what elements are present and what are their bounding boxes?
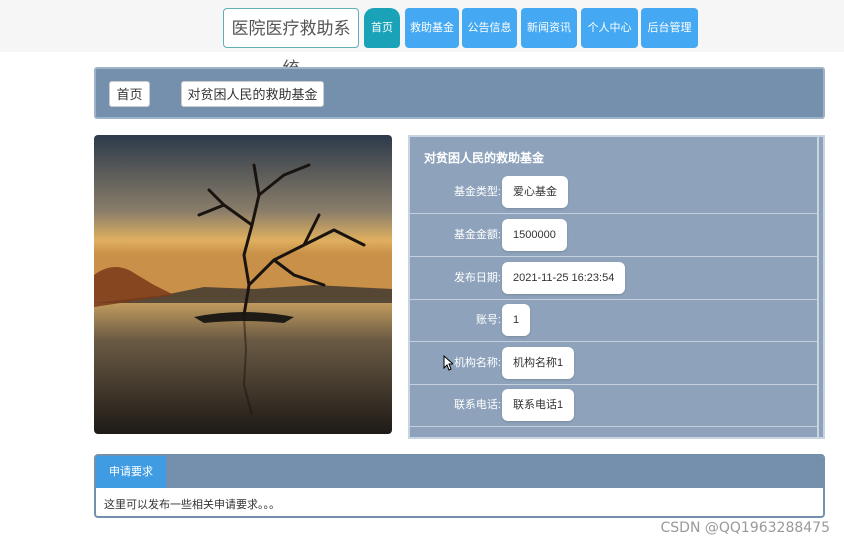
- fund-image: [94, 135, 392, 434]
- requirements-panel: 申请要求 这里可以发布一些相关申请要求。。。: [94, 454, 825, 518]
- field-row-org: 机构名称: 机构名称1: [410, 342, 819, 385]
- field-label: 基金类型:: [453, 186, 501, 198]
- field-row-type: 基金类型: 爱心基金: [410, 171, 819, 214]
- requirements-header: 申请要求: [96, 456, 823, 488]
- field-value: 机构名称1: [502, 347, 575, 379]
- field-value: 1500000: [502, 219, 567, 251]
- field-label: 账号:: [475, 314, 501, 326]
- nav-relief-fund[interactable]: 救助基金: [405, 8, 459, 48]
- field-row-date: 发布日期: 2021-11-25 16:23:54: [410, 257, 819, 300]
- site-title[interactable]: 医院医疗救助系统: [223, 8, 359, 78]
- mouse-cursor-icon: [443, 355, 453, 371]
- top-navigation-bar: 医院医疗救助系统 首页 救助基金 公告信息 新闻资讯 个人中心 后台管理: [0, 0, 844, 78]
- field-label: 联系电话:: [453, 399, 501, 411]
- fund-detail-panel: 对贫困人民的救助基金 基金类型: 爱心基金 基金金额: 1500000 发布日期…: [408, 135, 825, 439]
- breadcrumb-home[interactable]: 首页: [109, 81, 150, 107]
- nav-home[interactable]: 首页: [364, 8, 400, 48]
- field-value: 2021-11-25 16:23:54: [502, 262, 626, 294]
- nav-admin[interactable]: 后台管理: [641, 8, 698, 48]
- field-value: 联系电话1: [502, 389, 575, 421]
- nav-personal-center[interactable]: 个人中心: [581, 8, 638, 48]
- watermark: CSDN @QQ1963288475: [660, 520, 830, 536]
- nav-news[interactable]: 新闻资讯: [521, 8, 577, 48]
- lake-tree-image: [94, 135, 392, 434]
- requirements-content: 这里可以发布一些相关申请要求。。。: [104, 499, 280, 511]
- field-row-account: 账号: 1: [410, 299, 819, 342]
- field-row-amount: 基金金额: 1500000: [410, 214, 819, 257]
- fund-title: 对贫困人民的救助基金: [424, 151, 545, 165]
- field-label: 基金金额:: [453, 229, 501, 241]
- nav-announcements[interactable]: 公告信息: [462, 8, 517, 48]
- breadcrumb: 首页 对贫困人民的救助基金: [94, 67, 825, 119]
- field-value: 1: [502, 304, 531, 336]
- field-label: 发布日期:: [453, 272, 501, 284]
- field-label: 机构名称:: [453, 357, 501, 369]
- field-row-phone: 联系电话: 联系电话1: [410, 384, 819, 427]
- field-value: 爱心基金: [502, 176, 568, 208]
- tab-requirements[interactable]: 申请要求: [96, 456, 166, 488]
- breadcrumb-current: 对贫困人民的救助基金: [181, 81, 324, 107]
